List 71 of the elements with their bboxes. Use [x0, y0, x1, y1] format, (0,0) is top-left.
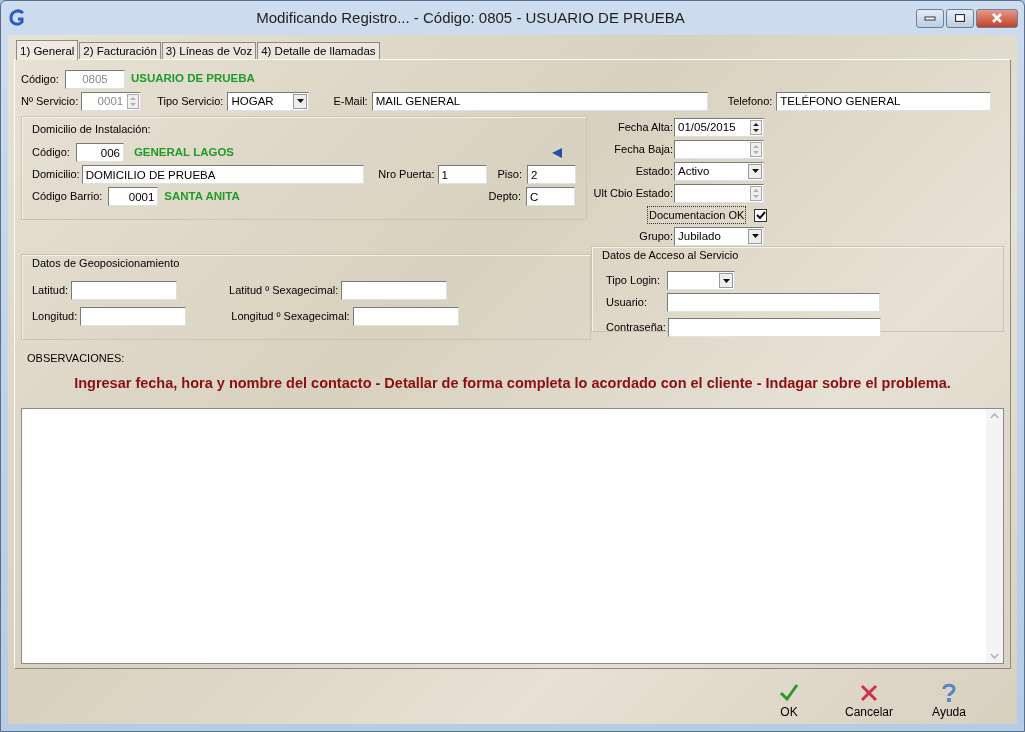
tab[interactable]: 4) Detalle de llamadas [257, 42, 380, 59]
ok-button[interactable]: OK [749, 683, 829, 721]
text-field[interactable]: 0001 [108, 187, 159, 206]
field-label: Nro Puerta: [378, 167, 435, 183]
spin-field[interactable]: 01/05/2015 [674, 117, 764, 137]
window-title: Modificando Registro... - Código: 0805 - USUARIO DE PRUEBA [255, 7, 686, 28]
group-title: Datos de Acceso al Servicio [602, 248, 739, 263]
field-label: Código: [32, 145, 70, 161]
field-label: Latitud: [32, 283, 69, 299]
maximize-button[interactable] [946, 8, 974, 28]
close-button[interactable] [976, 8, 1018, 28]
text-field[interactable] [80, 307, 187, 326]
field-label: Latitud º Sexagecimal: [229, 283, 339, 299]
field-label: Fecha Alta: [616, 119, 674, 135]
dropdown[interactable]: Jubilado [674, 226, 764, 246]
field-label: Ult Cbio Estado: [592, 185, 674, 201]
text-field[interactable]: 006 [75, 143, 124, 162]
checkbox-label[interactable]: Documentacion OK [647, 205, 747, 225]
field-label: Fecha Baja: [613, 141, 674, 157]
field-label: Nº Servicio: [21, 93, 79, 109]
field-label: Contraseña: [606, 320, 666, 336]
tab[interactable]: 1) General [16, 40, 79, 60]
group-title: Domicilio de Instalación: [32, 122, 151, 137]
close-icon [859, 683, 879, 703]
text-field[interactable]: 1 [437, 165, 487, 184]
field-label: Código Barrio: [32, 189, 103, 205]
group-title: Datos de Geoposicionamiento [32, 256, 180, 271]
check-icon [779, 683, 799, 703]
tab[interactable]: 3) Líneas de Voz [161, 42, 257, 59]
text-field[interactable]: DOMICILIO DE PRUEBA [81, 165, 365, 184]
field-label: Tipo Servicio: [157, 93, 224, 109]
description-text: USUARIO DE PRUEBA [130, 71, 255, 87]
field-label: E-Mail: [333, 93, 368, 109]
field-label: Longitud º Sexagecimal: [231, 309, 350, 325]
left-arrow-icon[interactable] [552, 147, 562, 158]
instructions-text: Ingresar fecha, hora y nombre del contacto - Detallar de forma completa lo acordado con el cliente - Indagar sobre el problema. [73, 373, 952, 393]
field-label: Código: [21, 71, 59, 87]
text-field[interactable] [667, 293, 880, 312]
cancel-button[interactable]: Cancelar [829, 683, 909, 721]
help-button[interactable]: Ayuda [909, 683, 989, 721]
field-label: Longitud: [32, 309, 78, 325]
field-label: Tipo Login: [606, 273, 662, 289]
description-text: GENERAL LAGOS [133, 144, 235, 160]
text-field[interactable]: MAIL GENERAL [371, 91, 708, 111]
text-field[interactable]: 2 [527, 165, 576, 184]
text-field[interactable]: TELÉFONO GENERAL [776, 91, 992, 111]
minimize-icon [924, 15, 936, 21]
checkbox[interactable] [754, 208, 768, 222]
field-label: Telefono: [727, 93, 773, 109]
field-label: Grupo: [638, 228, 674, 244]
field-label: Piso: [497, 167, 522, 183]
field-label: OBSERVACIONES: [27, 351, 125, 366]
text-field[interactable] [667, 318, 881, 337]
text-field[interactable] [341, 281, 448, 300]
description-text: SANTA ANITA [164, 188, 240, 204]
dropdown[interactable]: HOGAR [227, 91, 310, 111]
text-field[interactable] [71, 281, 178, 300]
field-label: Depto: [488, 189, 521, 205]
spinner-icon[interactable] [750, 119, 762, 135]
dropdown[interactable]: Activo [674, 161, 764, 181]
maximize-icon [954, 13, 966, 23]
close-icon [990, 12, 1004, 24]
field-label: Usuario: [606, 295, 648, 311]
field-label: Estado: [634, 163, 674, 179]
text-field[interactable] [352, 307, 459, 326]
field-label: Domicilio: [32, 167, 80, 183]
dropdown[interactable] [667, 271, 735, 290]
observations-field[interactable] [21, 408, 1004, 664]
app-logo-icon [9, 9, 27, 27]
text-field[interactable]: C [526, 187, 575, 206]
tab[interactable]: 2) Facturación [79, 42, 161, 59]
